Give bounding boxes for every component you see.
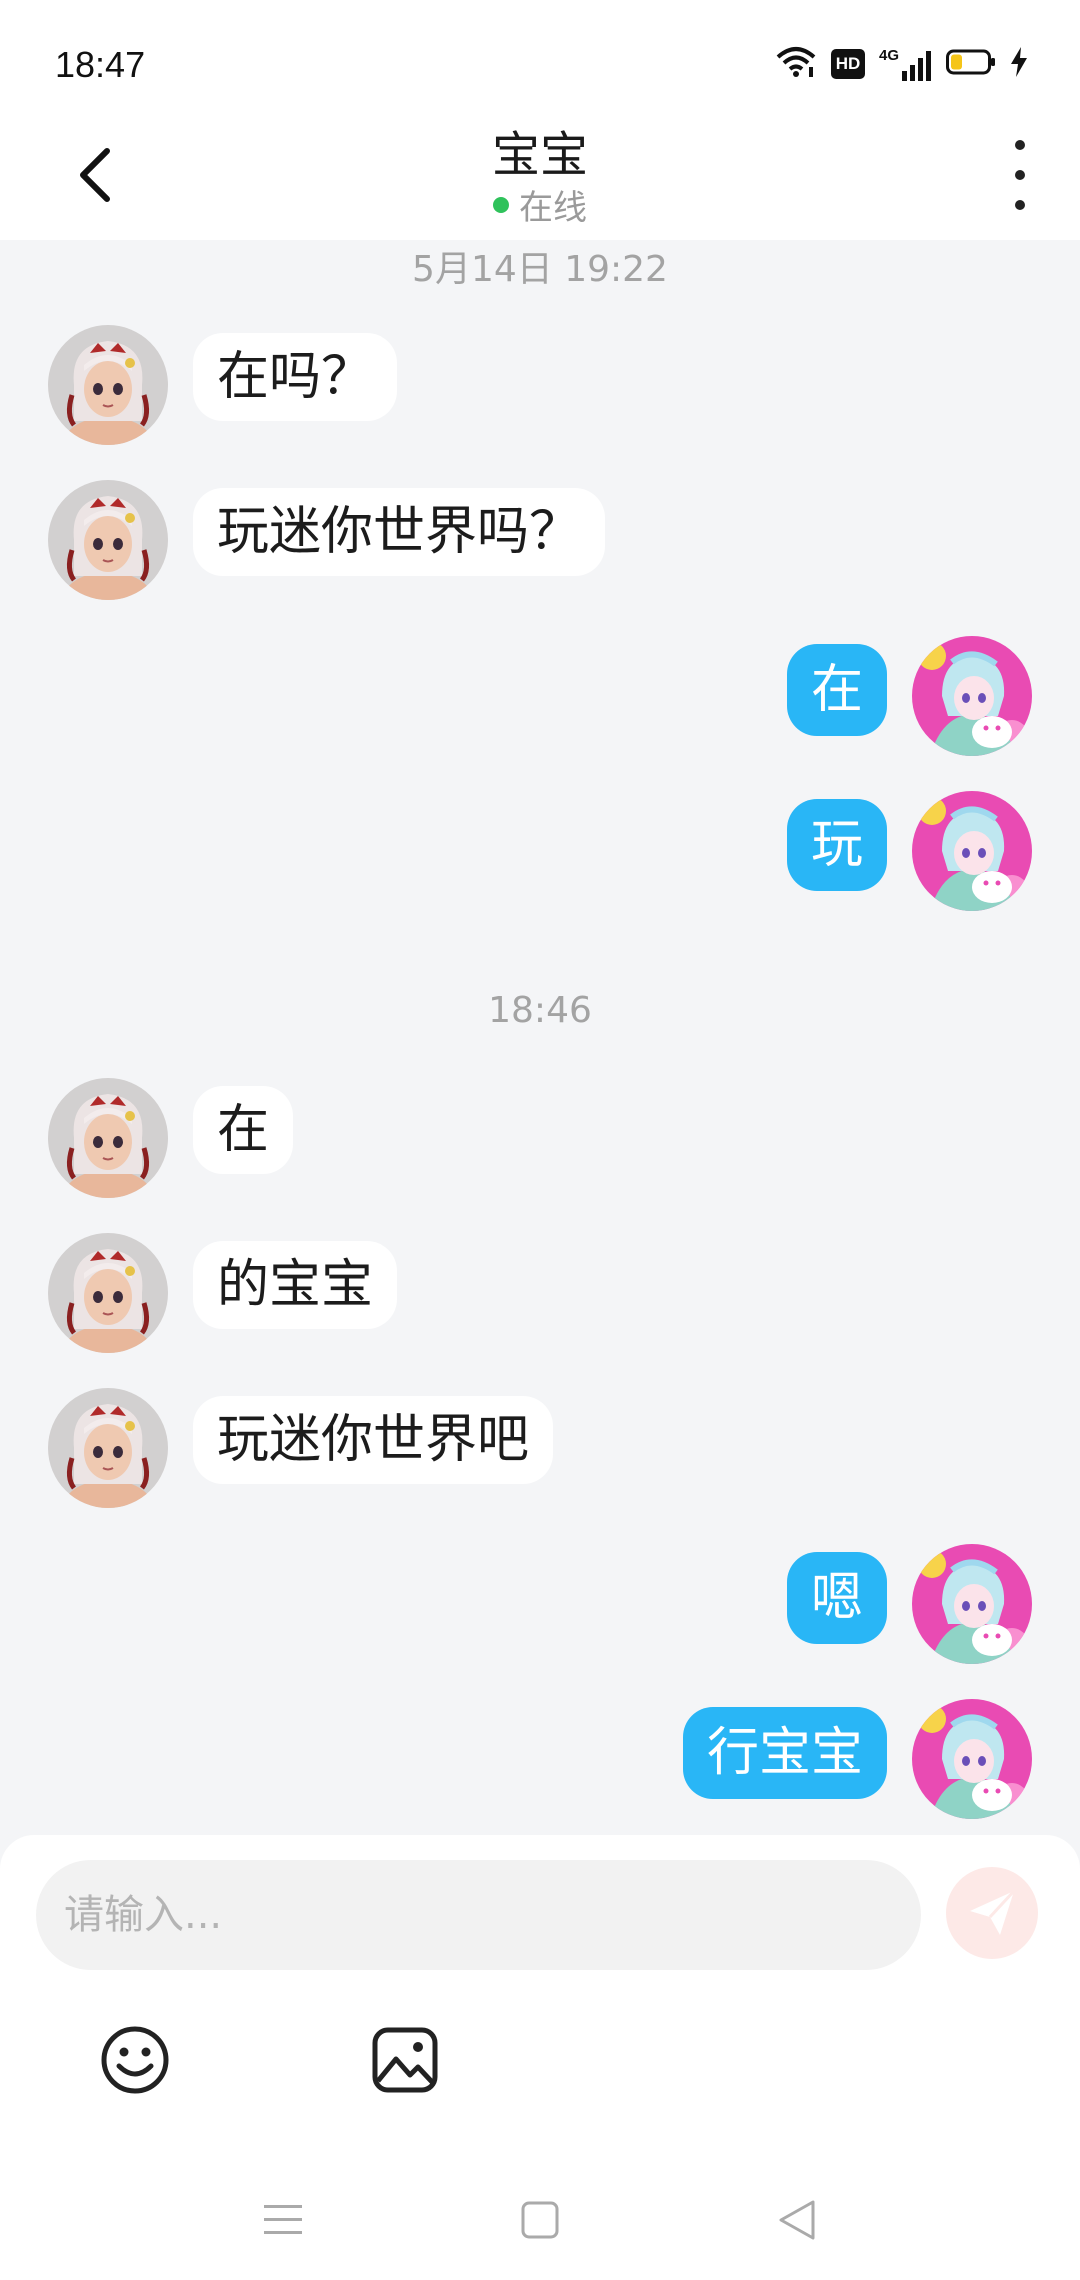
wifi-icon: [775, 45, 817, 83]
menu-icon: [264, 2205, 302, 2234]
message-bubble[interactable]: 玩迷你世界吗？: [193, 488, 606, 576]
more-dot-icon: [1015, 140, 1025, 150]
contact-avatar[interactable]: [48, 1233, 168, 1353]
message-row: 玩迷你世界吧: [0, 1388, 1080, 1508]
message-bubble[interactable]: 行宝宝: [682, 1707, 887, 1799]
online-status: 在线: [0, 180, 1080, 229]
message-bubble[interactable]: 玩迷你世界吧: [193, 1396, 554, 1484]
message-row: 行宝宝: [0, 1699, 1080, 1819]
signal-4g-icon: 4G: [879, 47, 932, 81]
message-bubble[interactable]: 嗯: [786, 1552, 887, 1644]
image-icon: [372, 2027, 438, 2093]
online-status-label: 在线: [519, 188, 587, 228]
back-triangle-icon: [779, 2200, 815, 2240]
message-row: 在吗？: [0, 325, 1080, 445]
contact-avatar[interactable]: [48, 1388, 168, 1508]
chat-messages[interactable]: 5月14日 19:22 在吗？ 玩迷你世界吗？ 在 玩 18:46 在 的宝宝 …: [0, 240, 1080, 1835]
contact-avatar[interactable]: [48, 325, 168, 445]
contact-name: 宝宝: [491, 127, 588, 183]
self-avatar[interactable]: [912, 791, 1032, 911]
chat-header: 宝宝 在线: [0, 110, 1080, 240]
home-nav-button[interactable]: [515, 2195, 565, 2245]
message-bubble[interactable]: 玩: [786, 799, 887, 891]
timestamp: 18:46: [488, 990, 592, 1031]
message-row: 玩迷你世界吗？: [0, 480, 1080, 600]
back-nav-button[interactable]: [772, 2195, 822, 2245]
self-avatar[interactable]: [912, 1699, 1032, 1819]
contact-avatar[interactable]: [48, 480, 168, 600]
network-label: 4G: [878, 47, 899, 64]
battery-icon: [946, 48, 996, 80]
input-panel: [0, 1835, 1080, 2280]
message-row: 的宝宝: [0, 1233, 1080, 1353]
message-input[interactable]: [36, 1860, 921, 1970]
hd-icon: HD: [830, 49, 865, 79]
message-bubble[interactable]: 在: [193, 1086, 294, 1174]
message-row: 玩: [0, 791, 1080, 911]
system-nav-bar: [0, 2150, 1080, 2280]
contact-avatar[interactable]: [48, 1078, 168, 1198]
message-bubble[interactable]: 在吗？: [193, 333, 398, 421]
menu-nav-button[interactable]: [258, 2195, 308, 2245]
status-bar: 18:47 HD 4G: [0, 0, 1080, 120]
chat-screen: 18:47 HD 4G 宝宝 在线 5月14日 19:22 在吗？ 玩迷你世界吗…: [0, 0, 1080, 2280]
more-options-button[interactable]: [1000, 140, 1040, 210]
message-row: 在: [0, 636, 1080, 756]
message-row: 嗯: [0, 1544, 1080, 1664]
send-icon: [970, 1889, 1016, 1935]
send-button[interactable]: [946, 1867, 1038, 1959]
message-row: 在: [0, 1078, 1080, 1198]
self-avatar[interactable]: [912, 1544, 1032, 1664]
self-avatar[interactable]: [912, 636, 1032, 756]
message-bubble[interactable]: 的宝宝: [193, 1241, 398, 1329]
timestamp: 5月14日 19:22: [412, 249, 668, 290]
home-icon: [521, 2201, 559, 2239]
more-dot-icon: [1015, 170, 1025, 180]
status-icons: HD 4G: [775, 44, 1028, 84]
status-time: 18:47: [55, 44, 146, 85]
more-dot-icon: [1015, 200, 1025, 210]
message-bubble[interactable]: 在: [786, 644, 887, 736]
emoji-icon: [101, 2026, 169, 2094]
online-dot-icon: [493, 196, 509, 213]
image-button[interactable]: [365, 2020, 445, 2100]
emoji-button[interactable]: [95, 2020, 175, 2100]
charging-icon: [1010, 46, 1028, 82]
